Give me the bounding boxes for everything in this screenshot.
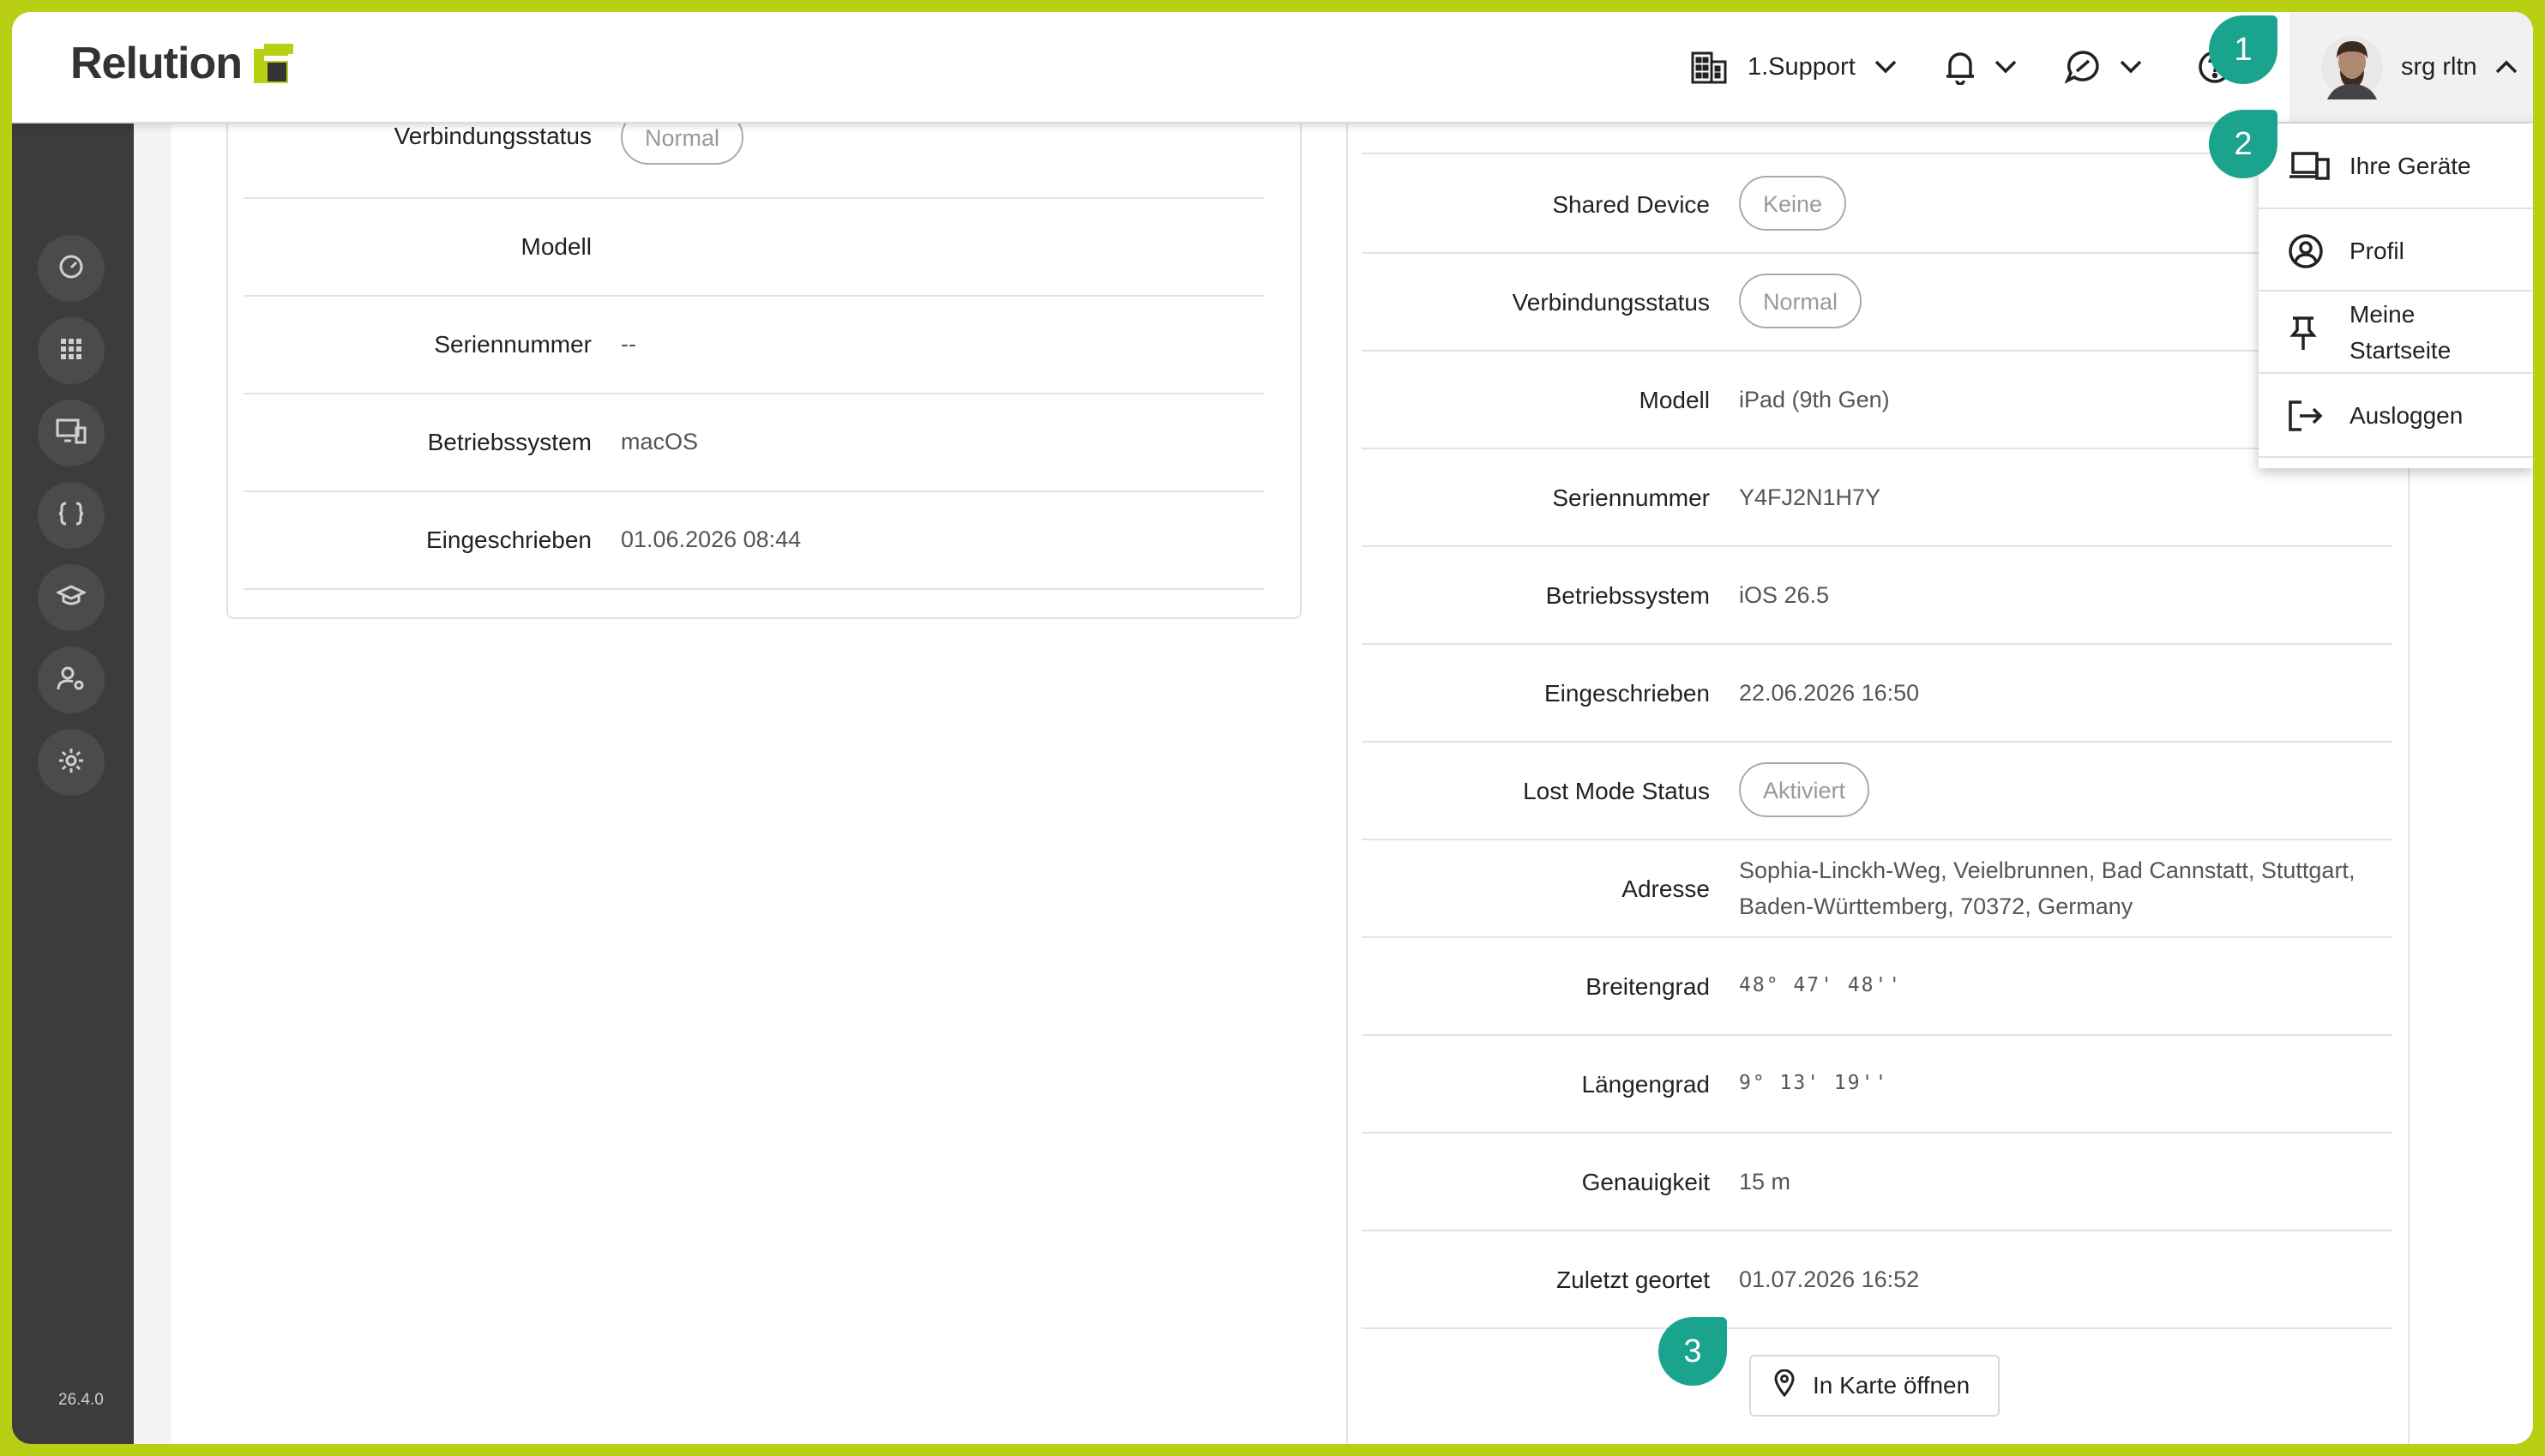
sidebar-item-policies[interactable] [38,482,105,549]
step-badge: 3 [1658,1317,1727,1386]
sidebar-item-devices[interactable] [38,400,105,466]
logo-text: Relution [70,39,243,88]
menu-item-your-devices[interactable]: Ihre Geräte [2259,123,2533,209]
row-label: Seriennummer [434,331,592,358]
pin-icon [2288,316,2319,356]
chevron-down-icon [1874,60,1897,74]
row-label: Eingeschrieben [1543,680,1710,707]
user-name: srg rltn [2401,53,2477,81]
sidebar-item-dashboard[interactable] [38,235,105,302]
sidebar-item-education[interactable] [38,564,105,631]
menu-item-label-line1: Meine [2349,301,2416,328]
row-label: Genauigkeit [1581,1169,1710,1195]
row-value: -- [621,331,636,357]
menu-item-label: Ausloggen [2349,402,2464,429]
messages-button[interactable] [2065,12,2142,122]
map-pin-icon [1773,1369,1796,1403]
user-menu-toggle[interactable]: srg rltn [2289,12,2533,122]
card-divider [1346,122,1348,1444]
address-line-1: Sophia-Linckh-Weg, Veielbrunnen, Bad Can… [1739,857,2355,883]
user-dropdown-menu: Ihre Geräte Profil Meine Startseite Ausl… [2259,123,2533,468]
user-settings-icon [57,665,86,695]
row-label: Verbindungsstatus [394,123,592,149]
chevron-down-icon [1994,60,2017,74]
open-in-map-button[interactable]: In Karte öffnen [1749,1355,2000,1417]
row-label: Längengrad [1581,1071,1710,1098]
org-selector[interactable]: 1.Support [1691,12,1897,122]
devices-icon [2288,151,2331,186]
sidebar: 26.4.0 [12,122,134,1444]
row-label: Verbindungsstatus [1512,289,1710,316]
row-label: Seriennummer [1552,484,1710,511]
chat-icon [2065,50,2101,84]
row-label: Modell [520,233,592,260]
step-badge: 2 [2209,110,2277,178]
speedometer-icon [57,253,85,285]
menu-item-profile[interactable]: Profil [2259,209,2533,292]
devices-icon [56,418,87,449]
logo-mark-icon [253,44,293,83]
sidebar-item-apps[interactable] [38,317,105,384]
row-value: 48° 47' 48'' [1739,974,1903,996]
row-value: iPad (9th Gen) [1739,387,1890,412]
row-label: Shared Device [1552,191,1710,218]
row-value: Y4FJ2N1H7Y [1739,484,1881,510]
row-label: Betriebssystem [1545,582,1710,609]
app-window: Relution 1.Support srg rltn 26.4.0 Verbi… [12,12,2533,1444]
row-value: 01.07.2026 16:52 [1739,1266,1920,1292]
graduation-cap-icon [55,584,87,612]
sidebar-item-settings[interactable] [38,729,105,796]
row-value: iOS 26.5 [1739,582,1830,608]
row-value: macOS [621,429,699,454]
logout-icon [2288,400,2324,436]
relution-logo[interactable]: Relution [70,38,293,89]
bell-icon [1945,49,1976,85]
chevron-down-icon [2120,60,2142,74]
row-value: 15 m [1739,1169,1791,1194]
org-label: 1.Support [1748,52,1856,81]
status-pill: Normal [1739,274,1862,328]
step-badge: 1 [2209,15,2277,84]
row-value: 01.06.2026 08:44 [621,526,802,552]
address-line-2: Baden-Württemberg, 70372, Germany [1739,893,2133,919]
row-label: Betriebssystem [427,429,592,455]
row-value: 22.06.2026 16:50 [1739,680,1920,706]
menu-item-logout[interactable]: Ausloggen [2259,374,2533,458]
gear-icon [57,747,85,779]
lost-mode-pill: Aktiviert [1739,762,1870,817]
row-label: Breitengrad [1585,973,1710,1000]
row-label: Eingeschrieben [425,526,592,553]
chevron-up-icon [2495,60,2518,78]
row-label: Lost Mode Status [1523,778,1710,804]
open-in-map-label: In Karte öffnen [1813,1372,1970,1399]
menu-item-label: Profil [2349,238,2404,264]
grid-icon [60,338,82,364]
building-icon [1691,50,1727,84]
menu-item-label-line2: Startseite [2349,337,2452,364]
row-label: Modell [1639,387,1710,413]
row-label: Adresse [1621,875,1710,902]
braces-icon [57,502,85,530]
avatar [2320,33,2384,105]
user-circle-icon [2288,233,2324,274]
app-version: 26.4.0 [58,1391,104,1409]
notifications-button[interactable] [1945,12,2017,122]
status-pill: Keine [1739,176,1847,231]
menu-item-my-homepage[interactable]: Meine Startseite [2259,292,2533,374]
top-bar: Relution 1.Support srg rltn [12,12,2533,123]
row-label: Zuletzt geortet [1556,1266,1710,1293]
sidebar-item-users[interactable] [38,647,105,713]
menu-item-label: Ihre Geräte [2349,153,2471,179]
row-value: 9° 13' 19'' [1739,1072,1889,1094]
